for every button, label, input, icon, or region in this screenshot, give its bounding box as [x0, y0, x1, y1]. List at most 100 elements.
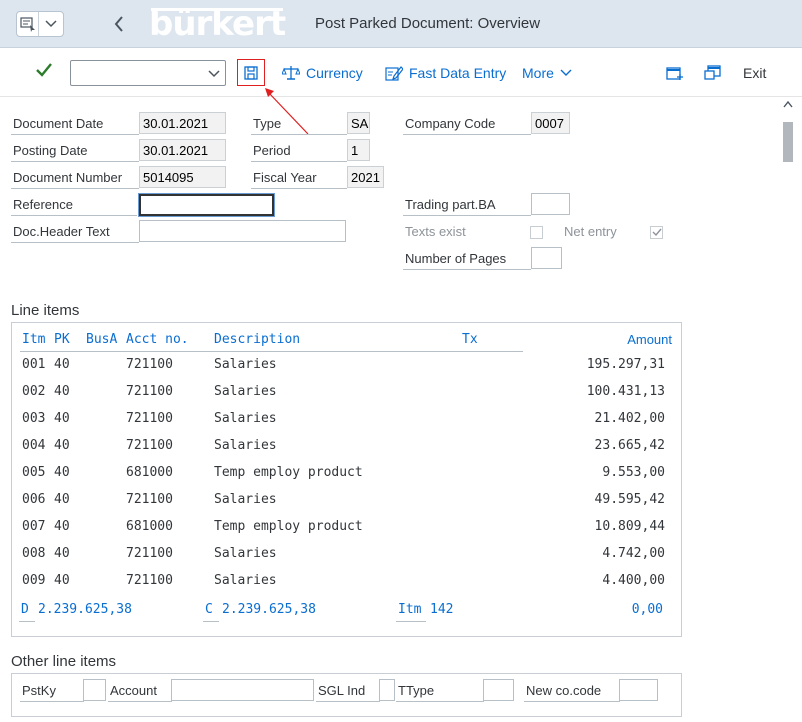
fast-data-entry-button[interactable]: Fast Data Entry: [385, 65, 506, 81]
cell-itm: 009: [22, 573, 46, 588]
restore-window-button[interactable]: [704, 65, 722, 84]
cell-desc: Temp employ product: [214, 519, 363, 534]
table-row[interactable]: 008 40 721100 Salaries 4.742,00: [12, 546, 683, 573]
table-row[interactable]: 001 40 721100 Salaries 195.297,31: [12, 357, 683, 384]
period-field: 1: [347, 139, 370, 161]
sgl-ind-input[interactable]: [379, 679, 395, 701]
variant-select[interactable]: [70, 60, 226, 86]
currency-button[interactable]: Currency: [282, 65, 363, 81]
reference-input[interactable]: [138, 193, 275, 217]
col-amount[interactable]: Amount: [627, 332, 672, 347]
cell-desc: Temp employ product: [214, 465, 363, 480]
scroll-up-icon[interactable]: [783, 100, 793, 108]
company-code-label: Company Code: [403, 113, 531, 135]
document-date-field: 30.01.2021: [139, 112, 226, 134]
net-entry-checkbox[interactable]: [650, 226, 663, 239]
cell-itm: 003: [22, 411, 46, 426]
cell-amount: 21.402,00: [594, 411, 665, 426]
document-date-label: Document Date: [11, 113, 139, 135]
col-itm[interactable]: Itm: [22, 332, 45, 347]
app-title: Post Parked Document: Overview: [315, 15, 541, 32]
posting-date-field: 30.01.2021: [139, 139, 226, 161]
cell-amount: 49.595,42: [594, 492, 665, 507]
new-window-icon: [666, 67, 683, 80]
shell-header: bürkert Post Parked Document: Overview: [0, 0, 802, 48]
toolbar: Currency Fast Data Entry More Exit: [0, 49, 802, 97]
ttype-input[interactable]: [483, 679, 514, 701]
cell-acct: 721100: [126, 411, 173, 426]
menu-icon: [17, 12, 39, 36]
scrollbar-thumb[interactable]: [783, 122, 793, 162]
doc-header-text-input[interactable]: [139, 220, 346, 242]
edit-list-icon: [385, 66, 403, 81]
restore-window-icon: [704, 65, 721, 80]
texts-exist-label: Texts exist: [405, 224, 466, 239]
balance-total: 0,00: [631, 602, 663, 617]
cell-desc: Salaries: [214, 492, 277, 507]
cell-pk: 40: [54, 573, 70, 588]
more-label: More: [522, 65, 554, 81]
table-row[interactable]: 005 40 681000 Temp employ product 9.553,00: [12, 465, 683, 492]
cell-itm: 004: [22, 438, 46, 453]
new-co-code-label: New co.code: [524, 680, 620, 702]
menu-button[interactable]: [16, 11, 64, 37]
col-busa[interactable]: BusA: [86, 332, 117, 347]
table-row[interactable]: 006 40 721100 Salaries 49.595,42: [12, 492, 683, 519]
cell-itm: 008: [22, 546, 46, 561]
company-code-field: 0007: [531, 112, 570, 134]
check-button[interactable]: [36, 63, 52, 80]
table-row[interactable]: 002 40 721100 Salaries 100.431,13: [12, 384, 683, 411]
col-acct[interactable]: Acct no.: [126, 332, 189, 347]
cell-desc: Salaries: [214, 357, 277, 372]
cell-acct: 721100: [126, 573, 173, 588]
table-row[interactable]: 007 40 681000 Temp employ product 10.809,44: [12, 519, 683, 546]
posting-date-label: Posting Date: [11, 140, 139, 162]
credit-underline: [203, 621, 219, 622]
fast-data-entry-label: Fast Data Entry: [409, 65, 507, 81]
check-icon: [652, 228, 662, 237]
back-button[interactable]: [108, 12, 130, 36]
cell-amount: 4.400,00: [602, 573, 665, 588]
cell-acct: 721100: [126, 384, 173, 399]
company-logo: bürkert: [149, 4, 286, 44]
check-icon: [36, 63, 52, 77]
pstky-input[interactable]: [83, 679, 106, 701]
vertical-scrollbar[interactable]: [780, 98, 796, 722]
col-pk[interactable]: PK: [54, 332, 70, 347]
more-button[interactable]: More: [522, 65, 572, 81]
trading-part-input[interactable]: [531, 193, 570, 215]
col-tx[interactable]: Tx: [462, 332, 478, 347]
ttype-label: TType: [396, 680, 484, 702]
net-entry-label: Net entry: [564, 224, 617, 239]
table-row[interactable]: 009 40 721100 Salaries 4.400,00: [12, 573, 683, 600]
table-row[interactable]: 004 40 721100 Salaries 23.665,42: [12, 438, 683, 465]
texts-exist-checkbox[interactable]: [530, 226, 543, 239]
table-row[interactable]: 003 40 721100 Salaries 21.402,00: [12, 411, 683, 438]
cell-pk: 40: [54, 357, 70, 372]
chevron-down-icon: [560, 69, 572, 76]
itm-underline: [396, 621, 426, 622]
cell-itm: 001: [22, 357, 46, 372]
exit-button[interactable]: Exit: [743, 65, 766, 81]
new-co-code-input[interactable]: [619, 679, 658, 701]
cell-desc: Salaries: [214, 411, 277, 426]
number-of-pages-label: Number of Pages: [403, 248, 531, 270]
col-description[interactable]: Description: [214, 332, 300, 347]
account-input[interactable]: [171, 679, 314, 701]
cell-acct: 721100: [126, 546, 173, 561]
cell-amount: 10.809,44: [594, 519, 665, 534]
currency-label: Currency: [306, 65, 363, 81]
cell-pk: 40: [54, 546, 70, 561]
number-of-pages-input[interactable]: [531, 247, 562, 269]
cell-acct: 721100: [126, 492, 173, 507]
cell-desc: Salaries: [214, 546, 277, 561]
cell-pk: 40: [54, 384, 70, 399]
new-window-button[interactable]: [666, 65, 684, 84]
cell-acct: 721100: [126, 438, 173, 453]
save-icon: [244, 65, 258, 80]
cell-pk: 40: [54, 492, 70, 507]
document-number-label: Document Number: [11, 167, 139, 189]
cell-desc: Salaries: [214, 573, 277, 588]
save-button[interactable]: [237, 59, 265, 86]
cell-pk: 40: [54, 465, 70, 480]
